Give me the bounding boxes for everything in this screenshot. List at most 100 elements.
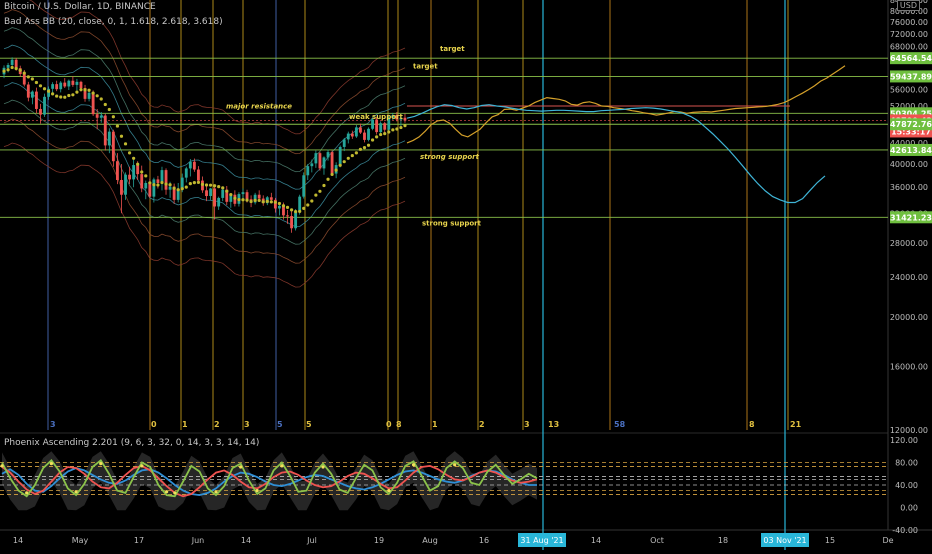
candle-body — [30, 91, 34, 98]
candle-body — [245, 192, 249, 200]
time-axis-tick: 18 — [718, 536, 728, 545]
ma-dot — [221, 186, 225, 190]
candle-body — [132, 165, 136, 180]
symbol-title[interactable]: Bitcoin / U.S. Dollar, 1D, BINANCE — [4, 2, 156, 12]
time-axis-tick: Oct — [650, 536, 664, 545]
ma-dot — [34, 80, 39, 85]
ma-dot — [342, 160, 346, 164]
fib-count-label: 0 — [151, 420, 157, 429]
ma-dot — [123, 142, 128, 146]
level-annotation: target — [440, 45, 465, 53]
candle-body — [257, 194, 261, 199]
ma-dot — [152, 183, 156, 187]
fib-count-label: 1 — [432, 420, 438, 429]
ma-dot — [184, 185, 188, 189]
ma-dot — [391, 128, 395, 132]
candle-body — [87, 92, 91, 99]
candle-body — [318, 153, 322, 169]
ma-dot — [119, 134, 124, 138]
ma-dot — [358, 147, 363, 151]
ma-dot — [75, 90, 79, 94]
level-annotation: strong support — [420, 153, 480, 161]
candle-body — [290, 216, 293, 229]
candle-body — [241, 192, 245, 195]
ma-dot — [46, 89, 51, 93]
candle-body — [144, 182, 148, 189]
ma-dot — [298, 209, 302, 214]
ma-dot — [148, 181, 152, 185]
candle-body — [217, 197, 221, 207]
ma-dot — [362, 145, 367, 150]
fib-count-label: 5 — [277, 420, 283, 429]
fib-count-label: 0 — [386, 420, 392, 429]
indicator-title[interactable]: Bad Ass BB (20, close, 0, 1, 1.618, 2.61… — [4, 17, 223, 27]
ma-dot — [103, 102, 107, 107]
ma-dot — [229, 193, 233, 197]
ma-dot — [6, 68, 10, 72]
ma-dot — [334, 168, 338, 172]
candle-body — [298, 196, 302, 212]
chart-canvas[interactable]: 3 0 1 2 3 5 5 0 8 1 2 3 13 58 8 21targettargetmajor res… — [0, 0, 932, 550]
ma-dot — [127, 151, 132, 155]
ma-dot — [346, 156, 350, 160]
ma-dot — [10, 65, 14, 70]
currency-label[interactable]: USD — [896, 0, 920, 11]
candle-body — [148, 182, 152, 197]
price-axis-tick: 20000.00 — [890, 313, 928, 322]
oscillator-signal-dot — [214, 490, 218, 494]
ma-dot — [241, 198, 245, 202]
candle-body — [107, 131, 111, 146]
ma-dot — [294, 210, 298, 214]
oscillator-title[interactable]: Phoenix Ascending 2.201 (9, 6, 3, 32, 0,… — [4, 438, 259, 448]
candle-body — [35, 91, 38, 109]
ma-dot — [55, 94, 59, 98]
candle-body — [346, 133, 350, 140]
candle-body — [326, 152, 330, 158]
candle-body — [306, 166, 310, 176]
ma-dot — [144, 174, 148, 178]
ma-dot — [318, 189, 322, 193]
price-axis-tick: 40000.00 — [890, 160, 928, 169]
candle-body — [403, 117, 407, 121]
fib-count-label: 5 — [306, 420, 312, 429]
candle-body — [184, 168, 188, 178]
candle-body — [188, 161, 192, 169]
oscillator-signal-dot — [387, 489, 391, 493]
ma-dot — [51, 92, 55, 96]
time-axis-tick: De — [882, 536, 893, 545]
fib-count-label: 58 — [614, 420, 626, 429]
ma-dot — [208, 183, 213, 187]
oscillator-signal-dot — [411, 463, 416, 467]
ma-dot — [38, 84, 43, 88]
ma-dot — [379, 132, 383, 137]
candle-body — [79, 81, 83, 89]
ma-dot — [370, 138, 375, 142]
ma-dot — [395, 127, 399, 131]
oscillator-axis-tick: 40.00 — [895, 481, 918, 490]
ma-dot — [350, 153, 354, 158]
fib-count-label: 8 — [749, 420, 755, 429]
ma-dot — [403, 124, 407, 128]
candle-body — [152, 179, 156, 197]
oscillator-signal-dot — [74, 490, 78, 494]
candle-body — [209, 188, 212, 196]
ma-dot — [140, 170, 144, 174]
ma-dot — [87, 88, 91, 92]
candle-body — [363, 132, 366, 140]
ma-dot — [285, 205, 290, 210]
candle-body — [294, 211, 298, 229]
candle-body — [278, 205, 281, 209]
ma-dot — [330, 172, 334, 177]
candle-body — [10, 59, 14, 65]
ma-dot — [91, 91, 95, 95]
oscillator-signal-dot — [0, 464, 4, 468]
ma-dot — [95, 94, 99, 98]
ma-dot — [180, 187, 184, 191]
candle-body — [124, 174, 127, 195]
candle-body — [286, 215, 289, 217]
ma-dot — [192, 181, 196, 185]
ma-dot — [160, 180, 164, 185]
ma-dot — [132, 156, 136, 160]
ma-dot — [387, 130, 391, 134]
time-axis-tick: 31 Aug '21 — [520, 536, 563, 545]
